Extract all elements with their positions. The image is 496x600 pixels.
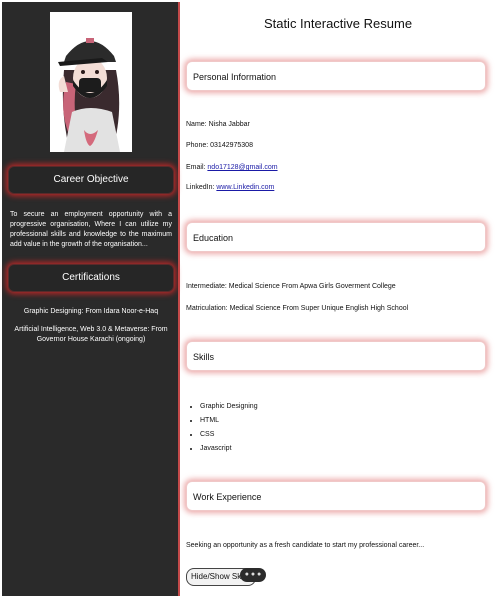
sidebar: Career Objective To secure an employment… — [2, 2, 180, 596]
main-content: Static Interactive Resume Personal Infor… — [180, 0, 496, 600]
ellipsis-icon[interactable]: ● ● ● — [240, 568, 266, 582]
certification-item: Artificial Intelligence, Web 3.0 & Metav… — [14, 326, 168, 343]
linkedin-label: LinkedIn: — [186, 184, 215, 191]
certification-item: Graphic Designing: From Idara Noor-e-Haq — [23, 308, 159, 315]
email-link[interactable]: ndo17128@gmail.com — [207, 164, 277, 171]
education-heading: Education — [186, 222, 486, 252]
phone-line: Phone: 03142975308 — [186, 142, 253, 149]
skills-list: Graphic Designing HTML CSS Javascript — [186, 400, 258, 456]
personal-info-heading: Personal Information — [186, 61, 486, 91]
email-label: Email: — [186, 164, 206, 171]
page-title: Static Interactive Resume — [263, 16, 413, 31]
skill-item: Javascript — [200, 442, 258, 456]
skill-item: Graphic Designing — [200, 400, 258, 414]
phone-label: Phone: — [186, 142, 209, 149]
resume-page: Career Objective To secure an employment… — [0, 0, 496, 600]
work-experience-heading: Work Experience — [186, 481, 486, 511]
name-label: Name: — [186, 121, 207, 128]
linkedin-link[interactable]: www.Linkedin.com — [216, 184, 274, 191]
skill-item: HTML — [200, 414, 258, 428]
name-value: Nisha Jabbar — [208, 121, 250, 128]
certifications-heading: Certifications — [8, 264, 174, 292]
education-item: Intermediate: Medical Science From Apwa … — [186, 283, 396, 290]
skill-item: CSS — [200, 428, 258, 442]
career-objective-heading: Career Objective — [8, 166, 174, 194]
name-line: Name: Nisha Jabbar — [186, 121, 250, 128]
skills-heading: Skills — [186, 341, 486, 371]
linkedin-line: LinkedIn: www.Linkedin.com — [186, 184, 274, 191]
work-experience-text: Seeking an opportunity as a fresh candid… — [186, 542, 425, 549]
education-item: Matriculation: Medical Science From Supe… — [186, 305, 409, 312]
career-objective-text: To secure an employment opportunity with… — [10, 211, 172, 248]
email-line: Email: ndo17128@gmail.com — [186, 164, 278, 171]
phone-value: 03142975308 — [210, 142, 253, 149]
profile-avatar — [50, 12, 132, 152]
